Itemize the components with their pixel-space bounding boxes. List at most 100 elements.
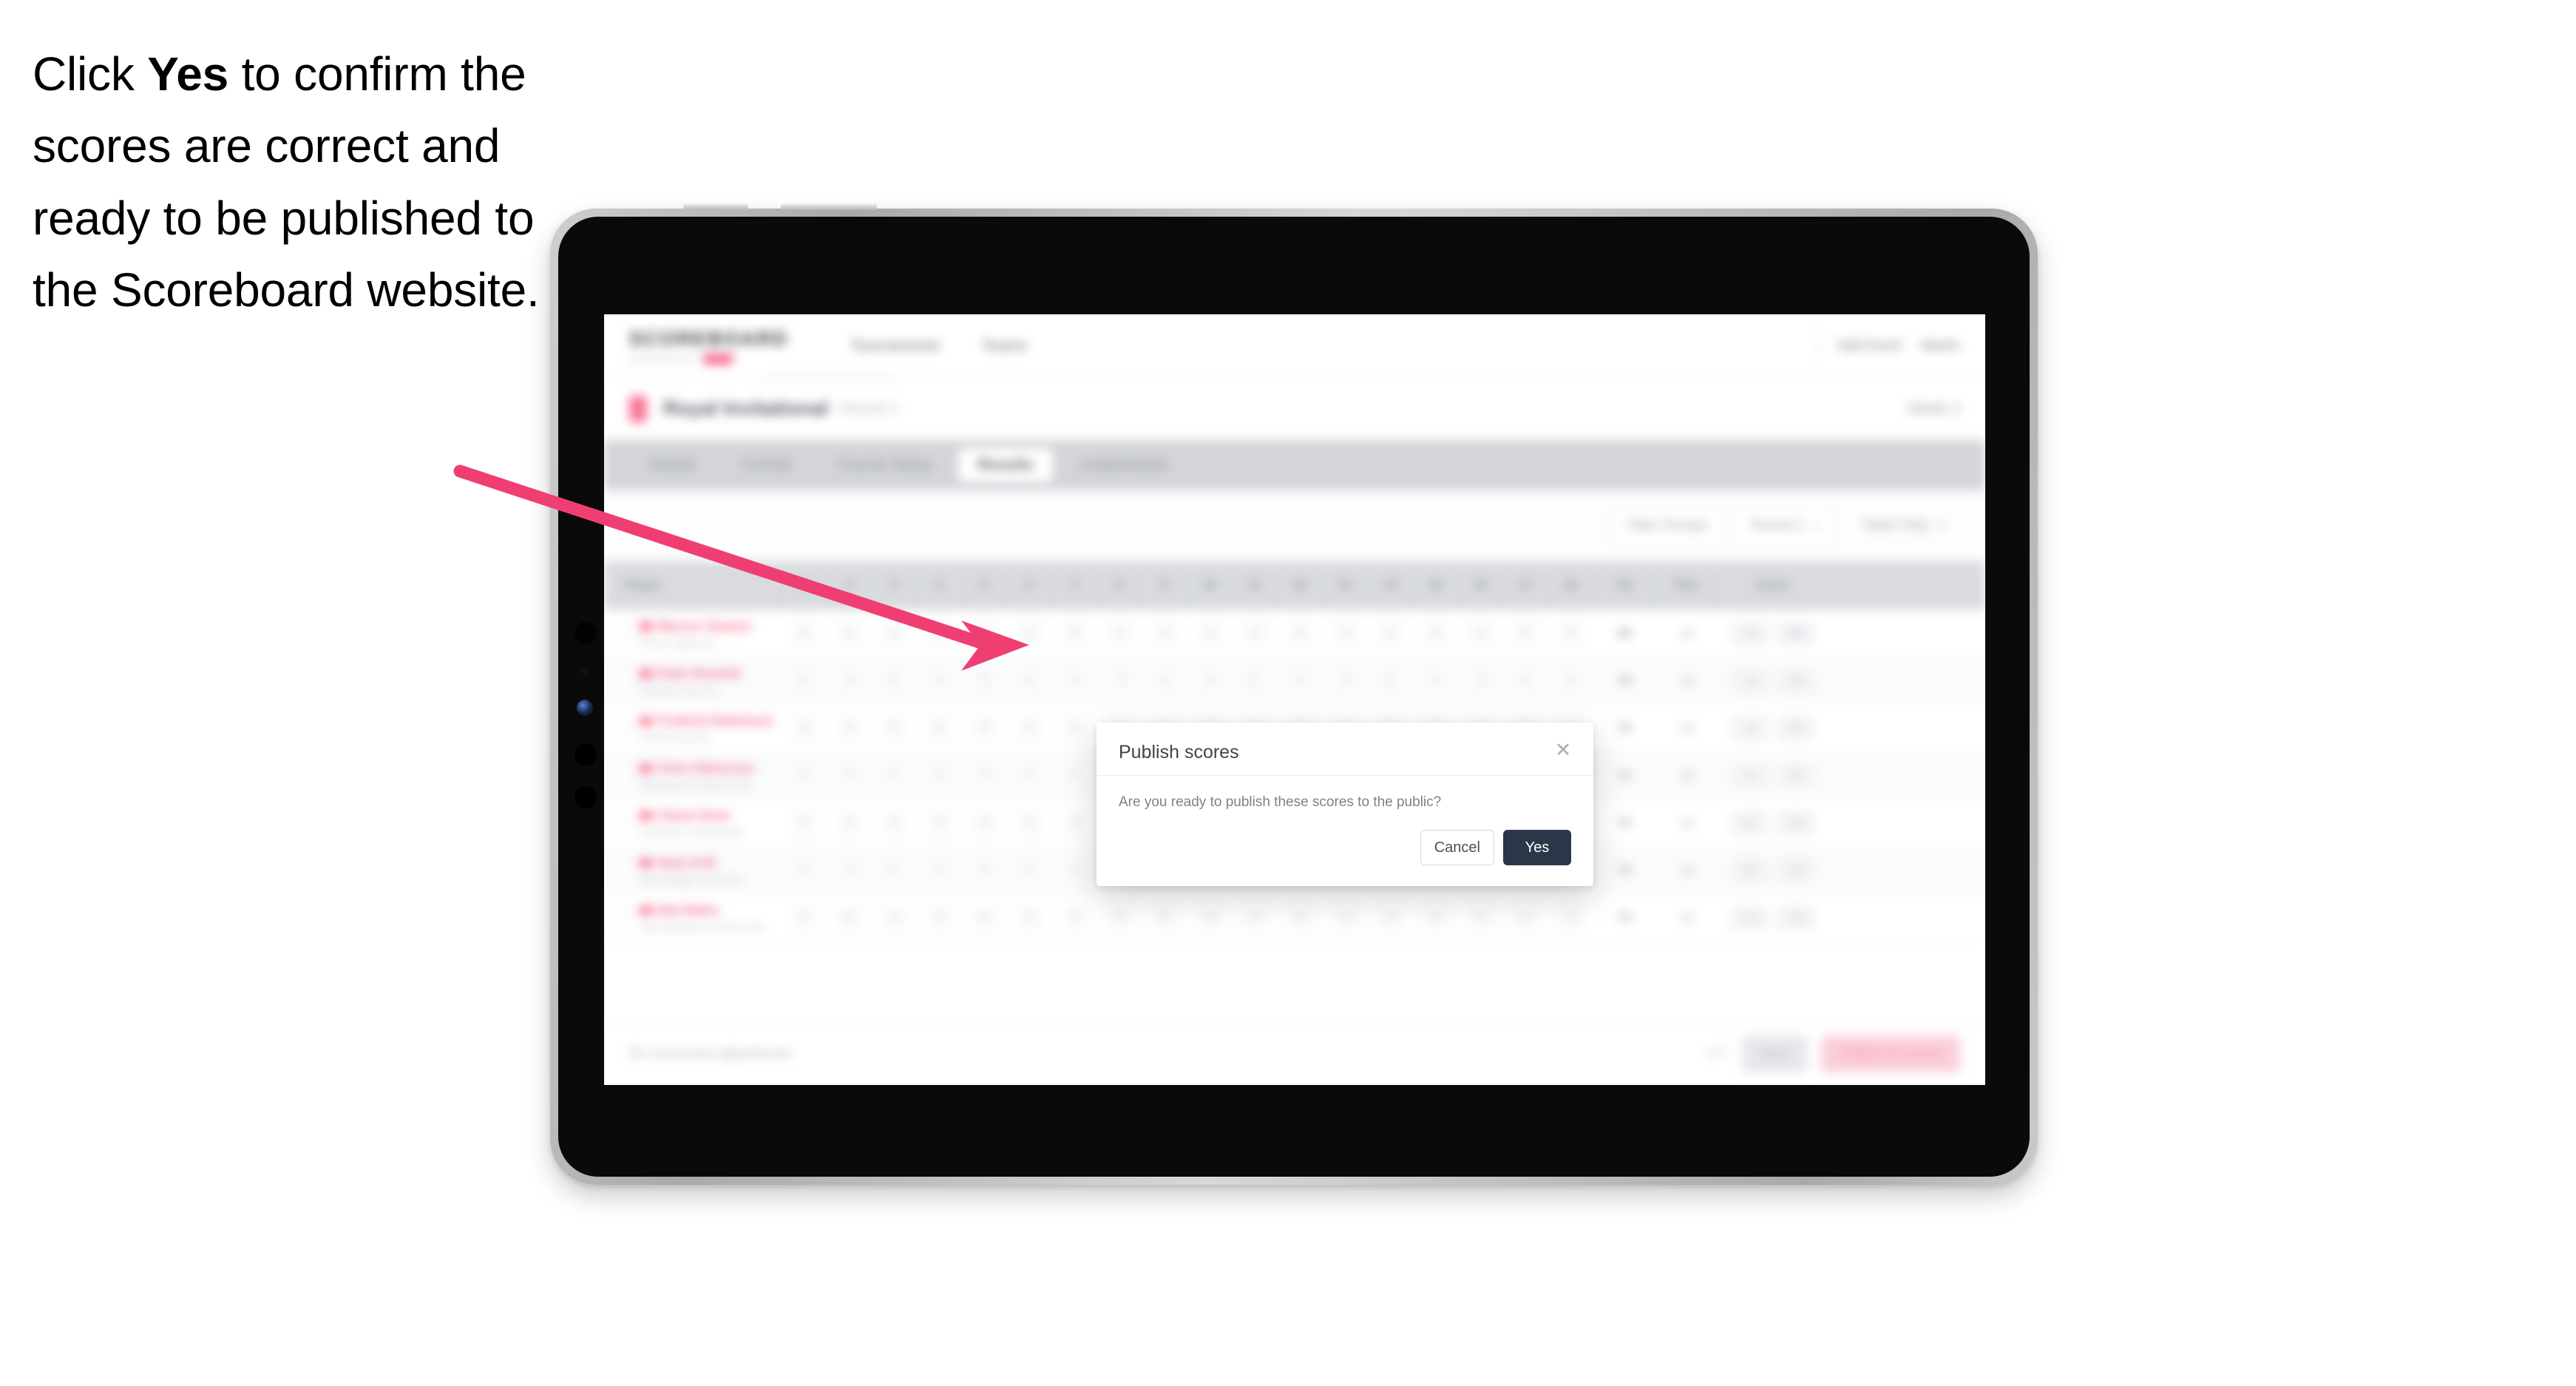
hole-score-cell[interactable]: 3 xyxy=(872,610,917,657)
hole-score-input[interactable]: 4 xyxy=(1152,619,1178,648)
hole-score-input[interactable]: 4 xyxy=(1062,714,1088,743)
hole-score-input[interactable]: 5 xyxy=(1017,808,1043,837)
hole-score-input[interactable]: 5 xyxy=(836,903,862,932)
hole-score-cell[interactable]: 5 xyxy=(1278,610,1323,657)
hole-score-input[interactable]: 4 xyxy=(1513,666,1539,695)
hole-score-input[interactable]: 3 xyxy=(1062,856,1088,885)
hole-score-cell[interactable]: 5 xyxy=(1052,752,1097,799)
hole-score-input[interactable]: 4 xyxy=(1017,761,1043,790)
hole-score-input[interactable]: 5 xyxy=(791,808,817,837)
hole-score-cell[interactable]: 4 xyxy=(1052,705,1097,751)
hole-score-input[interactable]: 5 xyxy=(1332,666,1358,695)
hole-score-cell[interactable]: 5 xyxy=(1548,657,1593,704)
cancel-button[interactable]: Cancel xyxy=(1420,830,1494,865)
hole-score-input[interactable]: 4 xyxy=(1377,619,1403,648)
hole-score-input[interactable]: 4 xyxy=(1107,619,1133,648)
hole-score-input[interactable]: 5 xyxy=(836,619,862,648)
hole-score-input[interactable]: 4 xyxy=(836,666,862,695)
hole-score-input[interactable]: 3 xyxy=(1017,903,1043,932)
hole-score-input[interactable]: 4 xyxy=(1107,903,1133,932)
hole-score-input[interactable]: 3 xyxy=(1423,903,1448,932)
hole-score-cell[interactable]: 4 xyxy=(1233,894,1278,941)
hole-score-cell[interactable]: 3 xyxy=(1413,894,1458,941)
hole-score-cell[interactable]: 5 xyxy=(1052,610,1097,657)
hole-score-cell[interactable]: 4 xyxy=(1278,657,1323,704)
hole-score-cell[interactable]: 4 xyxy=(1368,610,1413,657)
hole-score-input[interactable]: 4 xyxy=(1287,903,1313,932)
hole-score-cell[interactable]: 4 xyxy=(962,705,1007,751)
hole-score-cell[interactable]: 5 xyxy=(872,847,917,893)
hole-score-cell[interactable]: 4 xyxy=(872,705,917,751)
hole-score-input[interactable]: 5 xyxy=(836,761,862,790)
hole-score-input[interactable]: 4 xyxy=(791,761,817,790)
hole-score-cell[interactable]: 4 xyxy=(1097,610,1142,657)
hole-score-input[interactable]: 3 xyxy=(1152,666,1178,695)
hole-score-cell[interactable]: 4 xyxy=(1278,894,1323,941)
hole-score-cell[interactable]: 5 xyxy=(1007,800,1052,846)
hole-score-cell[interactable]: 3 xyxy=(1233,610,1278,657)
hole-score-input[interactable]: 4 xyxy=(926,761,952,790)
hole-score-input[interactable]: 4 xyxy=(1062,808,1088,837)
hole-score-cell[interactable]: 4 xyxy=(1458,610,1503,657)
hole-score-input[interactable]: 5 xyxy=(926,714,952,743)
hole-score-input[interactable]: 4 xyxy=(881,714,907,743)
hole-score-cell[interactable]: 5 xyxy=(917,705,962,751)
hole-score-input[interactable]: 4 xyxy=(1107,666,1133,695)
hole-score-input[interactable]: 3 xyxy=(1423,619,1448,648)
hole-score-input[interactable]: 4 xyxy=(972,714,997,743)
hole-score-cell[interactable]: 4 xyxy=(962,894,1007,941)
hole-score-input[interactable]: 4 xyxy=(881,761,907,790)
row-checkbox[interactable] xyxy=(614,672,632,690)
hole-score-cell[interactable]: 4 xyxy=(1233,657,1278,704)
hole-score-cell[interactable]: 4 xyxy=(1503,894,1548,941)
hole-score-cell[interactable]: 3 xyxy=(872,657,917,704)
hole-score-cell[interactable]: 4 xyxy=(1007,657,1052,704)
hole-score-input[interactable]: 5 xyxy=(881,856,907,885)
publish-all-scores-button[interactable]: Publish all scores xyxy=(1820,1035,1960,1072)
hole-score-cell[interactable]: 5 xyxy=(1052,894,1097,941)
hole-score-input[interactable]: 4 xyxy=(791,619,817,648)
tab-leaderboard[interactable]: Leaderboard xyxy=(1060,448,1187,482)
hole-score-input[interactable]: 4 xyxy=(926,666,952,695)
hole-score-input[interactable]: 4 xyxy=(1468,619,1494,648)
hole-score-input[interactable]: 4 xyxy=(926,903,952,932)
hole-score-input[interactable]: 5 xyxy=(791,666,817,695)
row-checkbox[interactable] xyxy=(614,814,632,832)
hole-score-cell[interactable]: 5 xyxy=(962,657,1007,704)
row-checkbox[interactable] xyxy=(614,766,632,785)
hole-score-cell[interactable]: 4 xyxy=(1007,847,1052,893)
hole-score-input[interactable]: 3 xyxy=(881,619,907,648)
hole-score-cell[interactable]: 3 xyxy=(1007,705,1052,751)
hole-score-cell[interactable]: 3 xyxy=(1142,657,1187,704)
hole-score-cell[interactable]: 4 xyxy=(782,894,827,941)
hole-score-cell[interactable]: 3 xyxy=(1007,610,1052,657)
hole-score-input[interactable]: 4 xyxy=(1468,666,1494,695)
hole-score-cell[interactable]: 5 xyxy=(1458,894,1503,941)
hole-score-cell[interactable]: 4 xyxy=(1548,894,1593,941)
hole-score-input[interactable]: 3 xyxy=(972,761,997,790)
table-row[interactable]: Bob Bates Oak Meadow Country Club 4 5 4 4 4 3 5 4… xyxy=(604,894,1985,942)
row-checkbox[interactable] xyxy=(614,908,632,927)
hole-score-input[interactable]: 5 xyxy=(1062,903,1088,932)
hole-score-input[interactable]: 4 xyxy=(836,808,862,837)
hole-score-input[interactable]: 4 xyxy=(1242,666,1268,695)
hole-score-input[interactable]: 4 xyxy=(791,856,817,885)
hole-score-cell[interactable]: 4 xyxy=(872,752,917,799)
hole-score-cell[interactable]: 4 xyxy=(827,705,872,751)
add-event-button[interactable]: Add Event xyxy=(1837,338,1902,354)
hole-score-input[interactable]: 4 xyxy=(1242,903,1268,932)
hole-score-input[interactable]: 4 xyxy=(881,903,907,932)
hole-score-input[interactable]: 4 xyxy=(1017,856,1043,885)
hole-score-cell[interactable]: 4 xyxy=(1187,657,1233,704)
filter-round-select[interactable]: Round 1 ▾ xyxy=(1735,507,1836,545)
hole-score-cell[interactable]: 4 xyxy=(962,800,1007,846)
hole-score-cell[interactable]: 4 xyxy=(827,800,872,846)
hole-score-input[interactable]: 4 xyxy=(1197,619,1223,648)
hole-score-input[interactable]: 3 xyxy=(881,666,907,695)
hole-score-cell[interactable]: 4 xyxy=(917,610,962,657)
hole-score-input[interactable]: 4 xyxy=(1377,903,1403,932)
hole-score-input[interactable]: 5 xyxy=(1152,903,1178,932)
hole-score-cell[interactable]: 4 xyxy=(872,894,917,941)
hole-score-cell[interactable]: 4 xyxy=(782,610,827,657)
hole-score-cell[interactable]: 4 xyxy=(782,752,827,799)
